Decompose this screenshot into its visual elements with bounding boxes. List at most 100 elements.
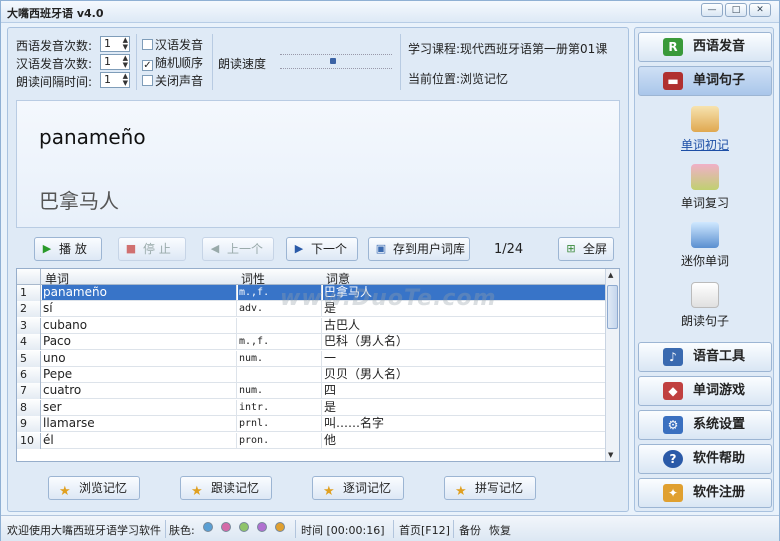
row-number: 8: [17, 399, 41, 416]
cell-pos[interactable]: prnl.: [238, 416, 322, 432]
slider-knob[interactable]: [330, 58, 336, 64]
follow-memory-button[interactable]: ★ 跟读记忆: [180, 476, 272, 500]
sub-first-memory[interactable]: 单词初记: [655, 106, 755, 153]
cell-word[interactable]: panameño: [42, 285, 237, 300]
fullscreen-icon: ⊞: [566, 242, 576, 255]
sidebar-word-games[interactable]: ◆ 单词游戏: [638, 376, 772, 406]
table-scrollbar[interactable]: ▲ ▼: [605, 269, 619, 461]
cell-meaning[interactable]: 是: [323, 400, 605, 415]
sub-mini-words[interactable]: 迷你单词: [655, 222, 755, 269]
spell-memory-button[interactable]: ★ 拼写记忆: [444, 476, 536, 500]
restore-link[interactable]: 恢复: [489, 522, 511, 538]
table-row[interactable]: 7 cuatro num. 四: [17, 383, 605, 400]
divider: [212, 34, 213, 90]
scroll-up-icon[interactable]: ▲: [608, 271, 613, 279]
table-row[interactable]: 4 Paco m.,f. 巴科（男人名）: [17, 334, 605, 351]
sidebar-system-settings[interactable]: ⚙ 系统设置: [638, 410, 772, 440]
gear-icon: ⚙: [663, 416, 683, 434]
zh-count-label: 汉语发音次数:: [16, 57, 93, 71]
skin-color-swatch[interactable]: [239, 522, 249, 532]
cell-meaning[interactable]: 巴科（男人名）: [323, 334, 605, 349]
minimize-button[interactable]: —: [701, 3, 723, 17]
sub-review[interactable]: 单词复习: [655, 164, 755, 211]
interval-spinner[interactable]: 1 ▲ ▼: [100, 72, 130, 88]
next-button[interactable]: ▶ 下一个: [286, 237, 358, 261]
skin-color-swatch[interactable]: [203, 522, 213, 532]
help-icon: ?: [663, 450, 683, 468]
save-to-wordbook-button[interactable]: ▣ 存到用户词库: [368, 237, 470, 261]
fullscreen-button[interactable]: ⊞ 全屏: [558, 237, 614, 261]
corner-cell: [17, 269, 41, 284]
sidebar-help[interactable]: ? 软件帮助: [638, 444, 772, 474]
cell-pos[interactable]: pron.: [238, 432, 322, 448]
cell-pos[interactable]: num.: [238, 383, 322, 399]
home-link[interactable]: 首页[F12]: [399, 522, 450, 538]
cell-word[interactable]: uno: [42, 350, 237, 366]
table-row[interactable]: 9 llamarse prnl. 叫……名字: [17, 416, 605, 433]
table-row[interactable]: 10 él pron. 他: [17, 432, 605, 449]
es-count-spinner[interactable]: 1 ▲ ▼: [100, 36, 130, 52]
cell-word[interactable]: llamarse: [42, 416, 237, 432]
zh-count-spinner[interactable]: 1 ▲ ▼: [100, 54, 130, 70]
book-icon: R: [663, 38, 683, 56]
sidebar-voice-tools[interactable]: ♪ 语音工具: [638, 342, 772, 372]
cell-meaning[interactable]: 四: [323, 383, 605, 398]
maximize-button[interactable]: □: [725, 3, 747, 17]
close-button[interactable]: ✕: [749, 3, 771, 17]
checkbox-checked-icon: ✓: [142, 60, 153, 71]
table-row[interactable]: 8 ser intr. 是: [17, 399, 605, 416]
stop-button[interactable]: ■ 停 止: [118, 237, 186, 261]
cell-meaning[interactable]: 叫……名字: [323, 416, 605, 431]
slider-track: [280, 54, 392, 55]
speed-slider[interactable]: [280, 52, 392, 72]
play-button[interactable]: ▶ 播 放: [34, 237, 102, 261]
table-row[interactable]: 5 uno num. 一: [17, 350, 605, 367]
scroll-down-icon[interactable]: ▼: [608, 451, 613, 459]
sidebar-es-pron[interactable]: R 西语发音: [638, 32, 772, 62]
each-word-memory-button[interactable]: ★ 逐词记忆: [312, 476, 404, 500]
cell-word[interactable]: Paco: [42, 334, 237, 350]
skin-label: 肤色:: [169, 524, 195, 537]
cell-meaning[interactable]: 一: [323, 351, 605, 366]
divider: [295, 520, 296, 538]
cell-pos[interactable]: [238, 317, 322, 333]
scroll-thumb[interactable]: [607, 285, 618, 329]
slider-track: [280, 68, 392, 69]
table-row[interactable]: 3 cubano 古巴人: [17, 317, 605, 334]
cell-word[interactable]: él: [42, 432, 237, 448]
cell-pos[interactable]: num.: [238, 350, 322, 366]
cell-word[interactable]: sí: [42, 301, 237, 317]
skin-color-swatch[interactable]: [275, 522, 285, 532]
cell-pos[interactable]: [238, 367, 322, 382]
sub-read-sentences[interactable]: 朗读句子: [655, 282, 755, 329]
card-icon: ▬: [663, 72, 683, 90]
cell-meaning[interactable]: 他: [323, 433, 605, 448]
cell-meaning[interactable]: 贝贝（男人名）: [323, 367, 605, 382]
sidebar-register[interactable]: ✦ 软件注册: [638, 478, 772, 508]
cell-meaning[interactable]: 古巴人: [323, 318, 605, 333]
cell-pos[interactable]: m.,f.: [238, 334, 322, 350]
browse-memory-button[interactable]: ★ 浏览记忆: [48, 476, 140, 500]
main-panel: 西语发音次数: 1 ▲ ▼ 汉语发音次数: 1 ▲ ▼ 朗读间隔时间: 1 ▲ ▼ 汉语发音…: [7, 27, 629, 512]
cell-word[interactable]: cubano: [42, 317, 237, 333]
row-number: 2: [17, 301, 41, 318]
window-title: 大嘴西班牙语 v4.0: [7, 7, 104, 20]
table-row[interactable]: 6 Pepe 贝贝（男人名）: [17, 367, 605, 383]
prev-button[interactable]: ◀ 上一个: [202, 237, 274, 261]
cell-word[interactable]: cuatro: [42, 383, 237, 399]
chk-mute[interactable]: 关闭声音: [142, 72, 203, 89]
next-icon: ▶: [294, 242, 304, 255]
chk-random-order[interactable]: ✓ 随机顺序: [142, 54, 203, 71]
cell-word[interactable]: ser: [42, 399, 237, 415]
course-info: 学习课程:现代西班牙语第一册第01课: [408, 42, 608, 56]
skin-color-swatch[interactable]: [257, 522, 267, 532]
skin-color-swatch[interactable]: [221, 522, 231, 532]
cell-word[interactable]: Pepe: [42, 367, 237, 382]
row-number: 7: [17, 383, 41, 400]
cell-pos[interactable]: intr.: [238, 399, 322, 415]
chk-zh-pron[interactable]: 汉语发音: [142, 36, 203, 53]
sidebar-words-sentences[interactable]: ▬ 单词句子: [638, 66, 772, 96]
backup-link[interactable]: 备份: [459, 522, 481, 538]
position-info: 当前位置:浏览记忆: [408, 72, 509, 86]
word-counter: 1/24: [494, 242, 524, 257]
